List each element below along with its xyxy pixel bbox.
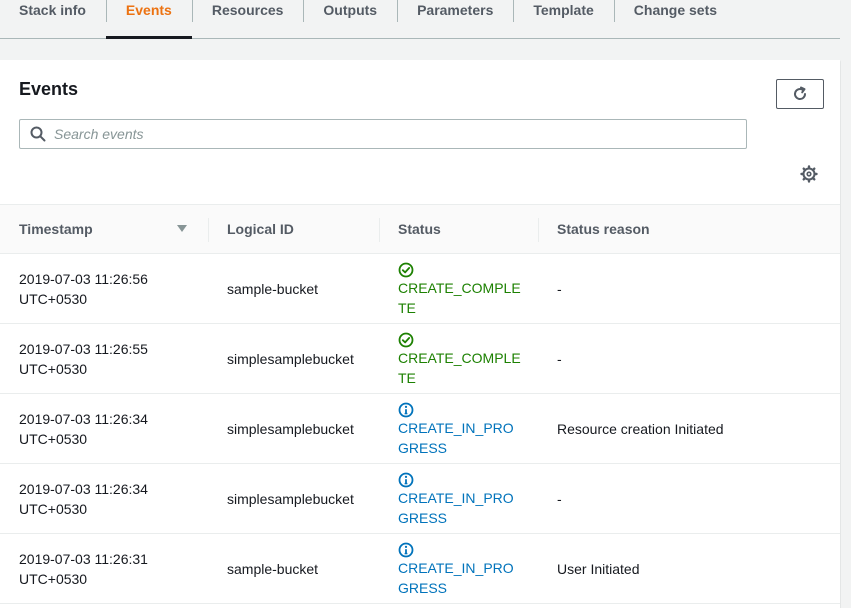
column-header-status-reason[interactable]: Status reason	[557, 205, 650, 253]
timestamp-cell: 2019-07-03 11:26:31 UTC+0530	[19, 551, 148, 587]
tab-parameters[interactable]: Parameters	[397, 0, 513, 38]
tab-stack-info[interactable]: Stack info	[0, 0, 106, 38]
info-circle-icon	[398, 542, 414, 558]
tab-events[interactable]: Events	[105, 0, 192, 39]
status-text: CREATE_IN_PROGRESS	[398, 490, 514, 526]
table-header: Timestamp Logical ID Status Status reaso…	[0, 204, 840, 254]
status-cell: CREATE_IN_PROGRESS	[398, 540, 523, 598]
table-row: 2019-07-03 11:26:34 UTC+0530 simplesampl…	[0, 464, 840, 534]
logical-id-cell: simplesamplebucket	[227, 421, 354, 437]
table-row: 2019-07-03 11:26:31 UTC+0530 sample-buck…	[0, 534, 840, 604]
status-reason-cell: Resource creation Initiated	[557, 421, 724, 437]
refresh-button[interactable]	[776, 79, 824, 109]
column-header-timestamp[interactable]: Timestamp	[19, 205, 93, 253]
logical-id-cell: simplesamplebucket	[227, 351, 354, 367]
column-header-status[interactable]: Status	[398, 205, 441, 253]
search-box	[19, 119, 747, 149]
status-text: CREATE_IN_PROGRESS	[398, 420, 514, 456]
table-row: 2019-07-03 11:26:56 UTC+0530 sample-buck…	[0, 254, 840, 324]
status-reason-cell: User Initiated	[557, 561, 640, 577]
timestamp-cell: 2019-07-03 11:26:34 UTC+0530	[19, 481, 148, 517]
events-panel: Events Timestamp	[0, 60, 840, 608]
status-text: CREATE_COMPLETE	[398, 350, 521, 386]
sort-descending-icon[interactable]	[177, 225, 187, 232]
status-cell: CREATE_COMPLETE	[398, 330, 523, 388]
status-text: CREATE_IN_PROGRESS	[398, 560, 514, 596]
check-circle-icon	[398, 332, 414, 348]
logical-id-cell: sample-bucket	[227, 561, 319, 577]
search-icon	[30, 126, 46, 142]
timestamp-cell: 2019-07-03 11:26:56 UTC+0530	[19, 271, 148, 307]
tab-bar: Stack info Events Resources Outputs Para…	[0, 0, 840, 39]
tab-outputs[interactable]: Outputs	[303, 0, 397, 38]
table-row: 2019-07-03 11:26:34 UTC+0530 simplesampl…	[0, 394, 840, 464]
logical-id-cell: simplesamplebucket	[227, 491, 354, 507]
status-cell: CREATE_COMPLETE	[398, 260, 523, 318]
timestamp-cell: 2019-07-03 11:26:34 UTC+0530	[19, 411, 148, 447]
gear-icon[interactable]	[800, 165, 818, 183]
tab-template[interactable]: Template	[513, 0, 613, 38]
refresh-icon	[794, 86, 807, 100]
panel-title: Events	[19, 79, 79, 99]
timestamp-cell: 2019-07-03 11:26:55 UTC+0530	[19, 341, 148, 377]
column-divider	[208, 218, 209, 242]
tab-change-sets[interactable]: Change sets	[613, 0, 737, 38]
status-text: CREATE_COMPLETE	[398, 280, 521, 316]
check-circle-icon	[398, 262, 414, 278]
search-input[interactable]	[54, 126, 734, 142]
status-cell: CREATE_IN_PROGRESS	[398, 400, 523, 458]
table-row: 2019-07-03 11:26:55 UTC+0530 simplesampl…	[0, 324, 840, 394]
logical-id-cell: sample-bucket	[227, 281, 319, 297]
status-reason-cell: -	[557, 281, 562, 297]
status-reason-cell: -	[557, 491, 562, 507]
info-circle-icon	[398, 402, 414, 418]
tab-resources[interactable]: Resources	[191, 0, 304, 38]
column-header-logical-id[interactable]: Logical ID	[227, 205, 294, 253]
status-cell: CREATE_IN_PROGRESS	[398, 470, 523, 528]
column-divider	[379, 218, 380, 242]
status-reason-cell: -	[557, 351, 562, 367]
column-divider	[538, 218, 539, 242]
info-circle-icon	[398, 472, 414, 488]
